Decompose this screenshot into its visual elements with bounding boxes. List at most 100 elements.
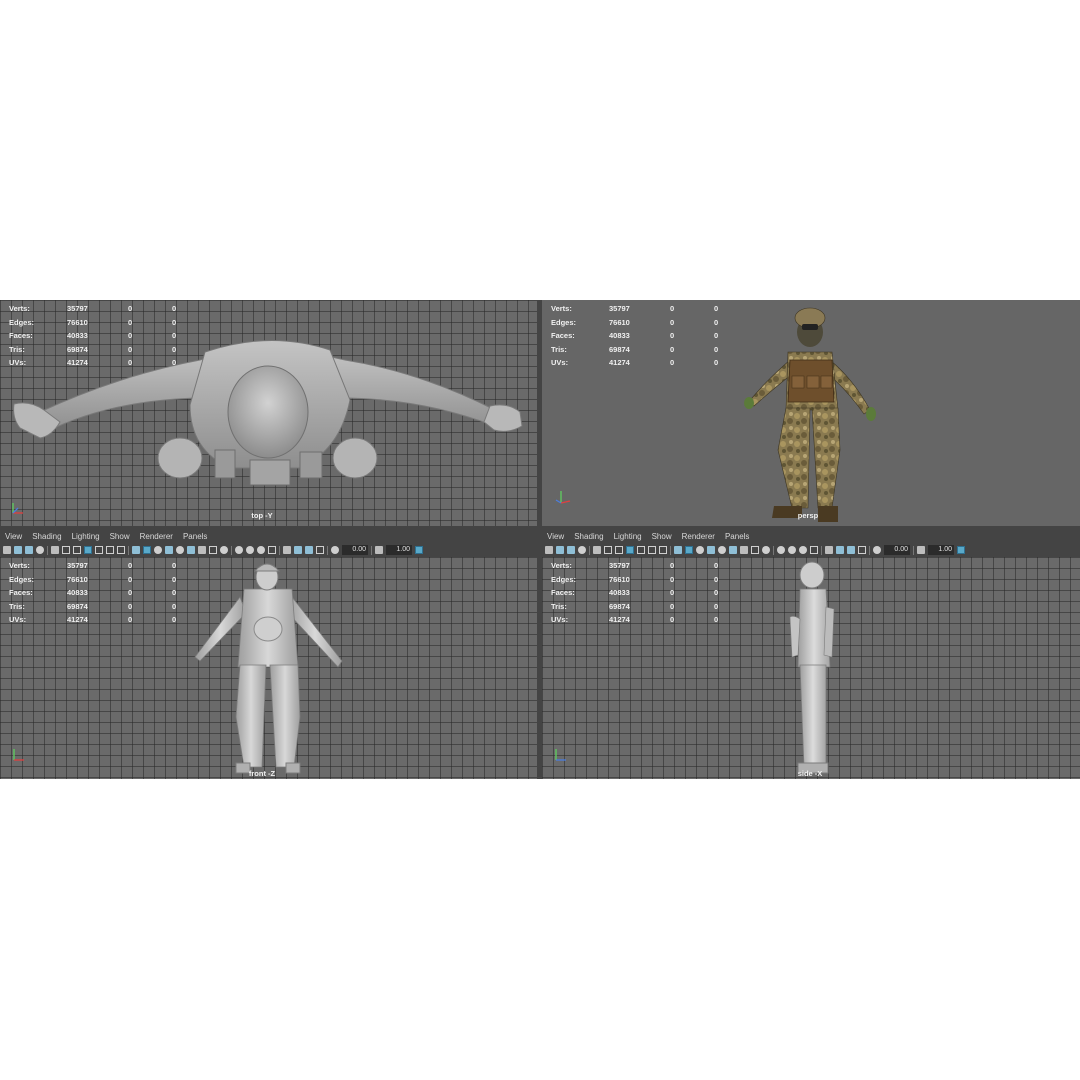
- toolbar-button-icon[interactable]: [176, 546, 184, 554]
- viewport-top[interactable]: Verts: 35797 0 0 Edges: 76610 0 0 Faces: 40833 0 0 T…: [0, 300, 537, 526]
- toolbar-button-icon[interactable]: [36, 546, 44, 554]
- stat-value: 0: [128, 574, 133, 584]
- toolbar-button-icon[interactable]: [220, 546, 228, 554]
- toolbar-button-icon[interactable]: [165, 546, 173, 554]
- toolbar-button-icon[interactable]: [235, 546, 243, 554]
- exposure-field[interactable]: 0.00: [342, 545, 368, 555]
- stat-label: Faces:: [551, 331, 575, 341]
- toolbar-button-icon[interactable]: [117, 546, 125, 554]
- toolbar-button-icon[interactable]: [788, 546, 796, 554]
- toolbar-button-icon[interactable]: [25, 546, 33, 554]
- stat-value: 0: [714, 317, 719, 327]
- toolbar-button-icon[interactable]: [718, 546, 726, 554]
- toolbar-button-icon[interactable]: [696, 546, 704, 554]
- toolbar-button-icon[interactable]: [257, 546, 265, 554]
- toolbar-button-icon[interactable]: [626, 546, 634, 554]
- panel-menu-item[interactable]: Renderer: [140, 531, 173, 543]
- toolbar-button-icon[interactable]: [648, 546, 656, 554]
- panel-menu-item[interactable]: Show: [652, 531, 672, 543]
- toolbar-button-icon[interactable]: [143, 546, 151, 554]
- viewport-side[interactable]: Verts: 35797 0 0 Edges: 76610 0 0 Faces: 40833 0 0 T…: [542, 557, 1080, 779]
- toolbar-button-icon[interactable]: [545, 546, 553, 554]
- toolbar-button-icon[interactable]: [198, 546, 206, 554]
- stat-label: Faces:: [551, 588, 575, 598]
- toolbar-button-icon[interactable]: [567, 546, 575, 554]
- toolbar-button-icon[interactable]: [268, 546, 276, 554]
- toolbar-button-icon[interactable]: [873, 546, 881, 554]
- panel-menu-item[interactable]: Shading: [574, 531, 603, 543]
- stat-value: 0: [172, 615, 177, 625]
- toolbar-button-icon[interactable]: [578, 546, 586, 554]
- viewport-front[interactable]: Verts: 35797 0 0 Edges: 76610 0 0 Faces: 40833 0 0 T…: [0, 557, 537, 779]
- toolbar-button-icon[interactable]: [73, 546, 81, 554]
- toolbar-button-icon[interactable]: [751, 546, 759, 554]
- toolbar-button-icon[interactable]: [14, 546, 22, 554]
- panel-menu-item[interactable]: Lighting: [72, 531, 100, 543]
- panel-menu-item[interactable]: View: [5, 531, 22, 543]
- toolbar-button-icon[interactable]: [674, 546, 682, 554]
- toolbar-button-icon[interactable]: [740, 546, 748, 554]
- toolbar-separator: [821, 545, 822, 555]
- toolbar-button-icon[interactable]: [132, 546, 140, 554]
- stat-label: Faces:: [9, 588, 33, 598]
- panel-menu-item[interactable]: Show: [110, 531, 130, 543]
- stat-value: 0: [670, 317, 675, 327]
- panel-menu-item[interactable]: Shading: [32, 531, 61, 543]
- toolbar-button-icon[interactable]: [415, 546, 423, 554]
- toolbar-button-icon[interactable]: [556, 546, 564, 554]
- stat-value: 76610: [67, 574, 88, 584]
- toolbar-button-icon[interactable]: [283, 546, 291, 554]
- toolbar-button-icon[interactable]: [615, 546, 623, 554]
- toolbar-button-icon[interactable]: [810, 546, 818, 554]
- toolbar-button-icon[interactable]: [246, 546, 254, 554]
- toolbar-separator: [327, 545, 328, 555]
- panel-menu-item[interactable]: Panels: [183, 531, 207, 543]
- toolbar-button-icon[interactable]: [187, 546, 195, 554]
- stat-value: 0: [670, 344, 675, 354]
- toolbar-button-icon[interactable]: [637, 546, 645, 554]
- toolbar-button-icon[interactable]: [685, 546, 693, 554]
- toolbar-button-icon[interactable]: [316, 546, 324, 554]
- toolbar-button-icon[interactable]: [957, 546, 965, 554]
- toolbar-button-icon[interactable]: [106, 546, 114, 554]
- toolbar-button-icon[interactable]: [331, 546, 339, 554]
- toolbar-button-icon[interactable]: [305, 546, 313, 554]
- toolbar-button-icon[interactable]: [95, 546, 103, 554]
- toolbar-button-icon[interactable]: [836, 546, 844, 554]
- toolbar-button-icon[interactable]: [858, 546, 866, 554]
- toolbar-button-icon[interactable]: [799, 546, 807, 554]
- panel-menu-item[interactable]: View: [547, 531, 564, 543]
- toolbar-button-icon[interactable]: [375, 546, 383, 554]
- toolbar-button-icon[interactable]: [825, 546, 833, 554]
- toolbar-button-icon[interactable]: [62, 546, 70, 554]
- toolbar-button-icon[interactable]: [84, 546, 92, 554]
- panel-menu-item[interactable]: Renderer: [682, 531, 715, 543]
- toolbar-button-icon[interactable]: [847, 546, 855, 554]
- panel-menu-item[interactable]: Lighting: [614, 531, 642, 543]
- toolbar-button-icon[interactable]: [154, 546, 162, 554]
- toolbar-button-icon[interactable]: [777, 546, 785, 554]
- toolbar-button-icon[interactable]: [3, 546, 11, 554]
- toolbar-button-icon[interactable]: [209, 546, 217, 554]
- panel-menu-item[interactable]: Panels: [725, 531, 749, 543]
- toolbar-button-icon[interactable]: [707, 546, 715, 554]
- camera-label: side -X: [797, 769, 823, 778]
- stat-value: 0: [128, 344, 133, 354]
- stat-value: 41274: [609, 615, 630, 625]
- stat-value: 0: [670, 358, 675, 368]
- stat-value: 69874: [609, 601, 630, 611]
- toolbar-button-icon[interactable]: [729, 546, 737, 554]
- toolbar-button-icon[interactable]: [51, 546, 59, 554]
- axis-gizmo-icon: [555, 749, 566, 761]
- toolbar-button-icon[interactable]: [604, 546, 612, 554]
- toolbar-button-icon[interactable]: [917, 546, 925, 554]
- gamma-field[interactable]: 1.00: [386, 545, 412, 555]
- gamma-field[interactable]: 1.00: [928, 545, 954, 555]
- exposure-field[interactable]: 0.00: [884, 545, 910, 555]
- viewport-persp[interactable]: Verts: 35797 0 0 Edges: 76610 0 0 Faces: 40833 0 0 T…: [542, 300, 1080, 526]
- toolbar-button-icon[interactable]: [659, 546, 667, 554]
- toolbar-button-icon[interactable]: [593, 546, 601, 554]
- stat-value: 0: [714, 358, 719, 368]
- toolbar-button-icon[interactable]: [294, 546, 302, 554]
- toolbar-button-icon[interactable]: [762, 546, 770, 554]
